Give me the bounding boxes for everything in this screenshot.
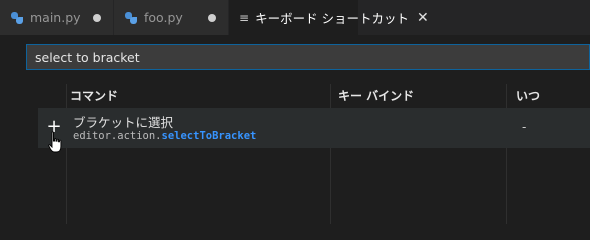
unsaved-dot-icon[interactable]: [208, 13, 216, 22]
command-id-match: selectToBracket: [161, 130, 257, 142]
python-icon: [124, 11, 138, 25]
editor-tab-bar: main.py foo.py ≡ キーボード ショートカット ✕: [0, 0, 590, 35]
close-icon[interactable]: ✕: [417, 10, 429, 26]
command-id: editor.action.selectToBracket: [73, 130, 256, 142]
column-header-keybinding[interactable]: キー バインド: [338, 84, 414, 108]
command-title: ブラケットに選択: [73, 115, 174, 130]
tab-label: main.py: [30, 10, 81, 25]
table-row[interactable]: ブラケットに選択 editor.action.selectToBracket -: [38, 108, 590, 148]
column-divider: [506, 84, 507, 224]
keyboard-shortcuts-icon: ≡: [239, 10, 250, 25]
hand-cursor-icon: [48, 131, 62, 153]
column-header-when[interactable]: いつ: [516, 84, 540, 108]
column-divider: [330, 84, 331, 224]
tab-label: foo.py: [144, 10, 183, 25]
tab-label: キーボード ショートカット: [255, 11, 410, 26]
keybindings-search-input[interactable]: [26, 44, 590, 70]
tab-keyboard-shortcuts[interactable]: ≡ キーボード ショートカット ✕: [229, 0, 429, 35]
column-divider: [66, 84, 67, 224]
unsaved-dot-icon[interactable]: [93, 13, 101, 22]
when-value: -: [522, 120, 527, 134]
tab-main-py[interactable]: main.py: [0, 0, 114, 35]
column-header-command[interactable]: コマンド: [70, 84, 118, 108]
python-icon: [10, 11, 24, 25]
command-id-prefix: editor.action.: [73, 130, 162, 142]
tab-foo-py[interactable]: foo.py: [114, 0, 229, 35]
